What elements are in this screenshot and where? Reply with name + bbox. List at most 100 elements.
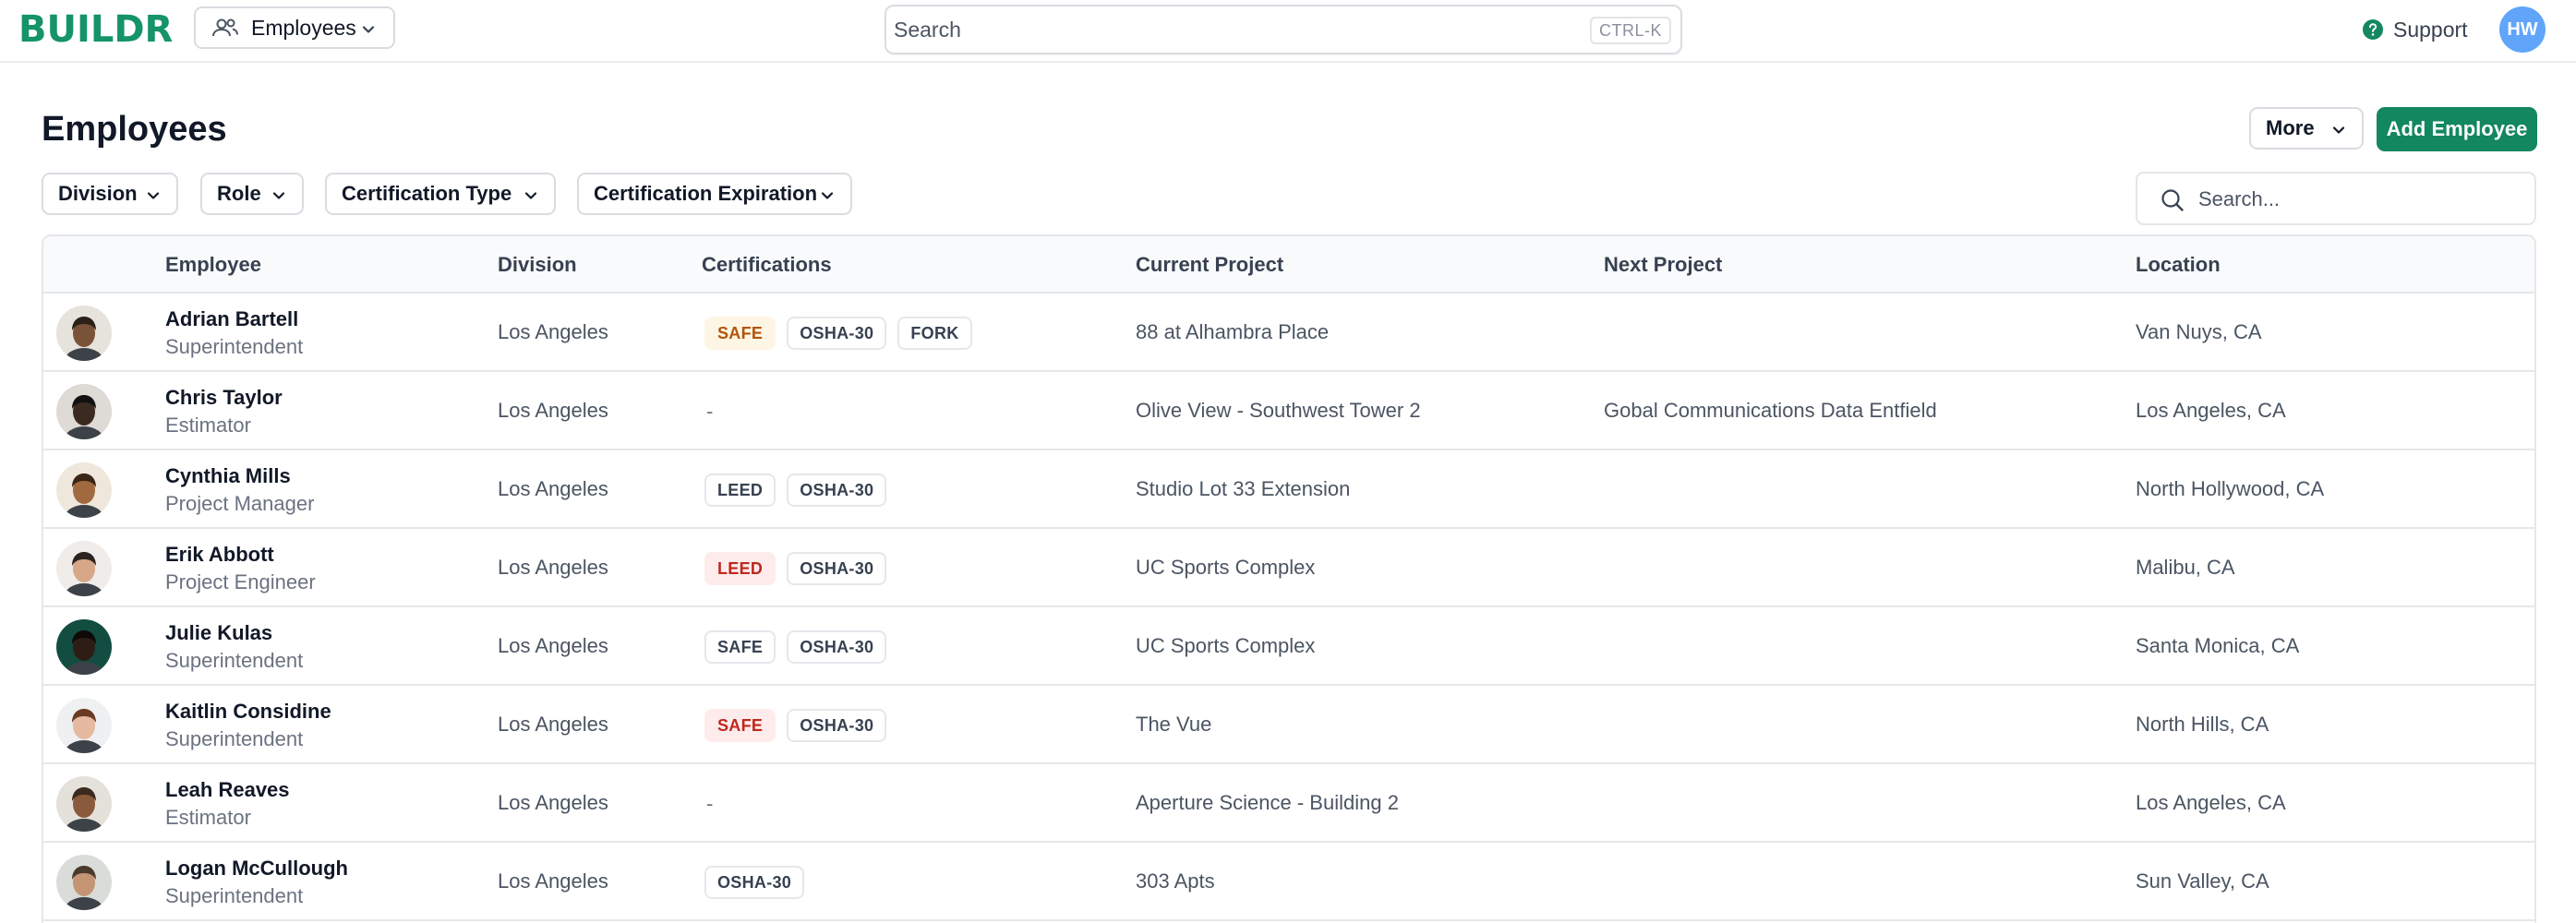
buildr-logo[interactable]: BUILDR (18, 7, 173, 52)
filter-role[interactable]: Role (200, 173, 304, 215)
user-avatar[interactable]: HW (2499, 6, 2546, 53)
table-row[interactable]: Logan McCullough Superintendent Los Angele… (43, 843, 2534, 921)
division-cell: Los Angeles (498, 477, 608, 500)
current-project-cell[interactable]: Studio Lot 33 Extension (1136, 477, 1350, 501)
table-search-input[interactable] (2198, 185, 2512, 214)
employee-avatar[interactable] (56, 541, 112, 596)
certification-badge[interactable]: OSHA-30 (787, 630, 887, 664)
certifications-cell: - (704, 786, 713, 821)
search-icon (2161, 189, 2184, 211)
certification-badge[interactable]: SAFE (704, 709, 776, 742)
employee-name[interactable]: Kaitlin Considine (165, 700, 331, 724)
certification-badge[interactable]: FORK (897, 317, 972, 350)
current-project-cell[interactable]: The Vue (1136, 713, 1211, 737)
table-row[interactable]: Adrian Bartell Superintendent Los Angeles S… (43, 294, 2534, 372)
current-project-cell[interactable]: Olive View - Southwest Tower 2 (1136, 399, 1421, 423)
filter-certification-expiration[interactable]: Certification Expiration (577, 173, 852, 215)
certification-badge[interactable]: OSHA-30 (787, 317, 887, 350)
certifications-cell: OSHA-30 (704, 865, 815, 900)
certification-badge[interactable]: OSHA-30 (704, 866, 805, 899)
employee-name[interactable]: Logan McCullough (165, 857, 348, 881)
certification-badge[interactable]: SAFE (704, 317, 776, 350)
employee-name[interactable]: Chris Taylor (165, 386, 283, 410)
support-label: Support (2393, 17, 2468, 42)
column-header-employee[interactable]: Employee (165, 253, 261, 277)
table-row[interactable]: Julie Kulas Superintendent Los Angeles SAFE… (43, 607, 2534, 686)
location-cell: Santa Monica, CA (2136, 634, 2300, 657)
filter-division[interactable]: Division (42, 173, 178, 215)
certification-badge[interactable]: OSHA-30 (787, 709, 887, 742)
employee-avatar[interactable] (56, 855, 112, 910)
employee-name[interactable]: Julie Kulas (165, 621, 272, 645)
certification-badge[interactable]: OSHA-30 (787, 552, 887, 585)
current-project-cell[interactable]: UC Sports Complex (1136, 634, 1315, 658)
employee-avatar[interactable] (56, 698, 112, 753)
table-row[interactable]: Leah Reaves Estimator Los Angeles - Aperture… (43, 764, 2534, 843)
filter-certification-type[interactable]: Certification Type (325, 173, 556, 215)
location-cell: Sun Valley, CA (2136, 869, 2269, 893)
current-project-cell[interactable]: UC Sports Complex (1136, 556, 1315, 580)
filter-label: Certification Expiration (594, 182, 818, 205)
employee-avatar[interactable] (56, 776, 112, 832)
table-search[interactable] (2136, 172, 2536, 225)
column-header-location[interactable]: Location (2136, 253, 2221, 277)
keyboard-shortcut-hint: CTRL-K (1589, 17, 1671, 44)
table-row[interactable]: Chris Taylor Estimator Los Angeles - Olive V… (43, 372, 2534, 450)
chevron-down-icon (362, 26, 375, 33)
top-bar: BUILDR Employees CTRL-K Support HW (0, 0, 2576, 63)
certifications-cell: SAFE OSHA-30 FORK (704, 316, 983, 351)
global-search-input[interactable] (894, 14, 1540, 45)
employee-avatar[interactable] (56, 384, 112, 439)
more-button[interactable]: More (2249, 107, 2364, 150)
current-project-cell[interactable]: 303 Apts (1136, 869, 1215, 893)
employee-role: Superintendent (165, 727, 304, 750)
employee-avatar[interactable] (56, 306, 112, 361)
page-title: Employees (42, 110, 227, 149)
employee-avatar[interactable] (56, 619, 112, 675)
global-search[interactable]: CTRL-K (885, 5, 1682, 54)
chevron-down-icon (821, 192, 834, 199)
module-switcher-label: Employees (251, 15, 356, 40)
column-header-next-project[interactable]: Next Project (1604, 253, 1722, 277)
person-icon (56, 541, 112, 596)
person-icon (56, 619, 112, 675)
certification-badge[interactable]: LEED (704, 473, 776, 507)
division-cell: Los Angeles (498, 320, 608, 343)
more-button-label: More (2266, 116, 2315, 139)
division-cell: Los Angeles (498, 634, 608, 657)
employee-role: Project Manager (165, 492, 315, 515)
chevron-down-icon (272, 192, 285, 199)
employee-name[interactable]: Leah Reaves (165, 778, 290, 802)
add-employee-button[interactable]: Add Employee (2377, 107, 2537, 151)
table-row[interactable]: Erik Abbott Project Engineer Los Angeles LE… (43, 529, 2534, 607)
certifications-cell: SAFE OSHA-30 (704, 629, 897, 665)
employee-role: Superintendent (165, 884, 304, 907)
chevron-down-icon (524, 192, 537, 199)
employee-name[interactable]: Adrian Bartell (165, 307, 298, 331)
employee-name[interactable]: Cynthia Mills (165, 464, 291, 488)
column-header-division[interactable]: Division (498, 253, 577, 277)
employee-name[interactable]: Erik Abbott (165, 543, 274, 567)
next-project-cell[interactable]: Gobal Communications Data Entfield (1604, 399, 1937, 423)
table-row[interactable]: Kaitlin Considine Superintendent Los Angel… (43, 686, 2534, 764)
chevron-down-icon (147, 192, 160, 199)
certification-badge[interactable]: LEED (704, 552, 776, 585)
module-switcher[interactable]: Employees (194, 6, 395, 49)
column-header-certifications[interactable]: Certifications (702, 253, 832, 277)
employee-avatar[interactable] (56, 462, 112, 518)
current-project-cell[interactable]: Aperture Science - Building 2 (1136, 791, 1399, 815)
division-cell: Los Angeles (498, 556, 608, 579)
person-icon (56, 306, 112, 361)
employee-role: Superintendent (165, 335, 304, 358)
chevron-down-icon (2332, 126, 2345, 134)
table-header: Employee Division Certifications Current… (43, 236, 2534, 294)
column-header-current-project[interactable]: Current Project (1136, 253, 1283, 277)
certifications-cell: - (704, 394, 713, 429)
support-link[interactable]: Support (2362, 13, 2468, 46)
no-certifications: - (706, 400, 714, 423)
certification-badge[interactable]: OSHA-30 (787, 473, 887, 507)
current-project-cell[interactable]: 88 at Alhambra Place (1136, 320, 1329, 344)
table-row[interactable]: Cynthia Mills Project Manager Los Angeles L… (43, 450, 2534, 529)
certification-badge[interactable]: SAFE (704, 630, 776, 664)
filter-label: Role (217, 182, 261, 205)
